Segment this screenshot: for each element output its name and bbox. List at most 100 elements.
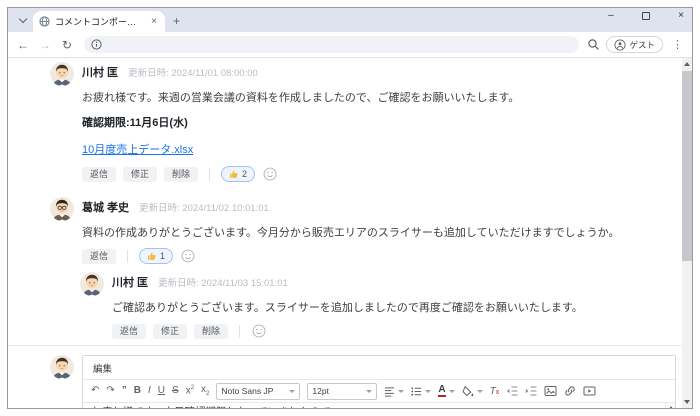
comment-item-2: 葛城 孝史 更新日時: 2024/11/02 10:01:01 資料の作成ありが… xyxy=(50,197,676,264)
font-family-select[interactable]: Noto Sans JP xyxy=(216,383,300,400)
list-select[interactable] xyxy=(411,386,431,397)
page-content: 川村 匡 更新日時: 2024/11/01 08:00:00 お疲れ様です。来週… xyxy=(8,58,692,408)
delete-button[interactable]: 削除 xyxy=(194,324,228,339)
add-reaction-button[interactable] xyxy=(251,323,267,339)
comment-body: ご確認ありがとうございます。スライサーを追加しましたので再度ご確認をお願いいたし… xyxy=(112,299,583,315)
tab-strip: コメントコンポーネントサンプル × + – × xyxy=(8,8,692,32)
divider xyxy=(127,250,128,263)
image-icon[interactable] xyxy=(544,385,557,397)
guest-profile-button[interactable]: ゲスト xyxy=(606,36,663,53)
redo-icon[interactable]: ↷ xyxy=(106,386,114,396)
browser-toolbar: ← → ↻ ゲスト ⋮ xyxy=(8,32,692,58)
chevron-down-icon xyxy=(398,390,404,393)
text-color-select[interactable]: A xyxy=(438,385,454,397)
comment-editor: 編集 ↶ ↷ ” B I U S x2 x2 Noto Sans JP xyxy=(50,355,676,408)
forward-button[interactable]: → xyxy=(36,38,54,52)
link-icon[interactable] xyxy=(564,385,576,397)
chevron-down-icon xyxy=(366,390,372,393)
font-size-select[interactable]: 12pt xyxy=(307,383,377,400)
rich-text-editor: 編集 ↶ ↷ ” B I U S x2 x2 Noto Sans JP xyxy=(82,355,676,408)
subscript-icon[interactable]: x2 xyxy=(201,385,209,397)
scroll-up-arrow[interactable] xyxy=(682,58,692,70)
page-scrollbar[interactable] xyxy=(682,58,692,408)
divider xyxy=(239,325,240,338)
comment-updated-at: 更新日時: 2024/11/02 10:01:01 xyxy=(139,200,269,214)
thread-divider xyxy=(8,345,692,346)
comment-item-3: 川村 匡 更新日時: 2024/11/03 15:01:01 ご確認ありがとうご… xyxy=(80,272,676,339)
info-icon[interactable] xyxy=(91,39,102,50)
bold-icon[interactable]: B xyxy=(134,386,141,396)
indent-icon[interactable] xyxy=(525,385,537,397)
delete-button[interactable]: 削除 xyxy=(164,167,198,182)
comment-item-1: 川村 匡 更新日時: 2024/11/01 08:00:00 お疲れ様です。来週… xyxy=(50,62,676,182)
address-bar[interactable] xyxy=(84,36,579,53)
align-select[interactable] xyxy=(384,386,404,397)
undo-icon[interactable]: ↶ xyxy=(91,386,99,396)
editor-scrollbar[interactable] xyxy=(665,403,675,408)
browser-menu-button[interactable]: ⋮ xyxy=(669,38,686,51)
edit-button[interactable]: 修正 xyxy=(123,167,157,182)
edit-button[interactable]: 修正 xyxy=(153,324,187,339)
highlight-color-select[interactable] xyxy=(462,385,483,397)
comment-author: 葛城 孝史 xyxy=(82,199,129,215)
superscript-icon[interactable]: x2 xyxy=(186,385,194,396)
scroll-down-arrow[interactable] xyxy=(682,396,692,408)
outdent-icon[interactable] xyxy=(506,385,518,397)
reply-button[interactable]: 返信 xyxy=(82,249,116,264)
comment-author: 川村 匡 xyxy=(82,64,118,80)
avatar-kawamura xyxy=(50,62,74,86)
chevron-down-icon xyxy=(425,390,431,393)
chevron-down-icon xyxy=(477,390,483,393)
back-button[interactable]: ← xyxy=(14,38,32,52)
underline-icon[interactable]: U xyxy=(158,386,165,396)
blockquote-icon[interactable]: ” xyxy=(122,386,127,396)
clear-formatting-icon[interactable]: Tx xyxy=(490,386,500,397)
toolbar-right: ゲスト ⋮ xyxy=(587,36,686,53)
reaction-count: 2 xyxy=(242,169,247,179)
thumbs-up-reaction[interactable]: 1 xyxy=(139,248,173,264)
avatar-kawamura xyxy=(50,355,74,379)
attachment-link[interactable]: 10月度売上データ.xlsx xyxy=(82,141,193,157)
add-reaction-button[interactable] xyxy=(262,166,278,182)
reload-button[interactable]: ↻ xyxy=(58,38,76,52)
editor-mode-label: 編集 xyxy=(83,356,675,380)
comment-updated-at: 更新日時: 2024/11/03 15:01:01 xyxy=(158,275,288,289)
scrollbar-thumb[interactable] xyxy=(682,71,692,261)
search-icon[interactable] xyxy=(587,38,600,51)
minimize-button[interactable]: – xyxy=(604,10,618,21)
italic-icon[interactable]: I xyxy=(148,386,151,396)
close-button[interactable]: × xyxy=(674,10,688,21)
list-icon xyxy=(411,386,422,397)
smiley-icon xyxy=(181,249,195,263)
globe-icon xyxy=(39,16,50,27)
window-controls: – × xyxy=(604,10,688,21)
smiley-icon xyxy=(263,167,277,181)
tab-close-icon[interactable]: × xyxy=(149,16,159,27)
add-reaction-button[interactable] xyxy=(180,248,196,264)
guest-label: ゲスト xyxy=(629,39,655,51)
comment-author: 川村 匡 xyxy=(112,274,148,290)
strikethrough-icon[interactable]: S xyxy=(172,386,179,396)
comment-body: お疲れ様です。来週の営業会議の資料を作成しましたので、ご確認をお願いいたします。 xyxy=(82,89,519,105)
maximize-button[interactable] xyxy=(642,12,650,20)
smiley-icon xyxy=(252,324,266,338)
paint-bucket-icon xyxy=(462,385,474,397)
reply-button[interactable]: 返信 xyxy=(112,324,146,339)
browser-tab[interactable]: コメントコンポーネントサンプル × xyxy=(33,11,165,32)
editor-text-area[interactable]: お疲れ様です。本日確認期限となっていましたので、 まだご確認されていない方は本日… xyxy=(83,403,675,408)
reaction-count: 1 xyxy=(160,251,165,261)
thumbs-up-reaction[interactable]: 2 xyxy=(221,166,255,182)
align-icon xyxy=(384,386,395,397)
chevron-down-icon xyxy=(289,390,295,393)
video-icon[interactable] xyxy=(583,385,596,397)
tab-title: コメントコンポーネントサンプル xyxy=(55,15,144,28)
tab-search-button[interactable] xyxy=(14,12,31,29)
thumbs-up-icon xyxy=(147,251,157,261)
new-tab-button[interactable]: + xyxy=(173,14,180,28)
reply-button[interactable]: 返信 xyxy=(82,167,116,182)
chevron-down-icon xyxy=(18,15,26,23)
avatar-kawamura xyxy=(80,272,104,296)
comment-body: 資料の作成ありがとうございます。今月分から販売エリアのスライサーも追加していただ… xyxy=(82,224,619,240)
browser-window: コメントコンポーネントサンプル × + – × ← → ↻ xyxy=(7,7,693,409)
avatar-katsuragi xyxy=(50,197,74,221)
